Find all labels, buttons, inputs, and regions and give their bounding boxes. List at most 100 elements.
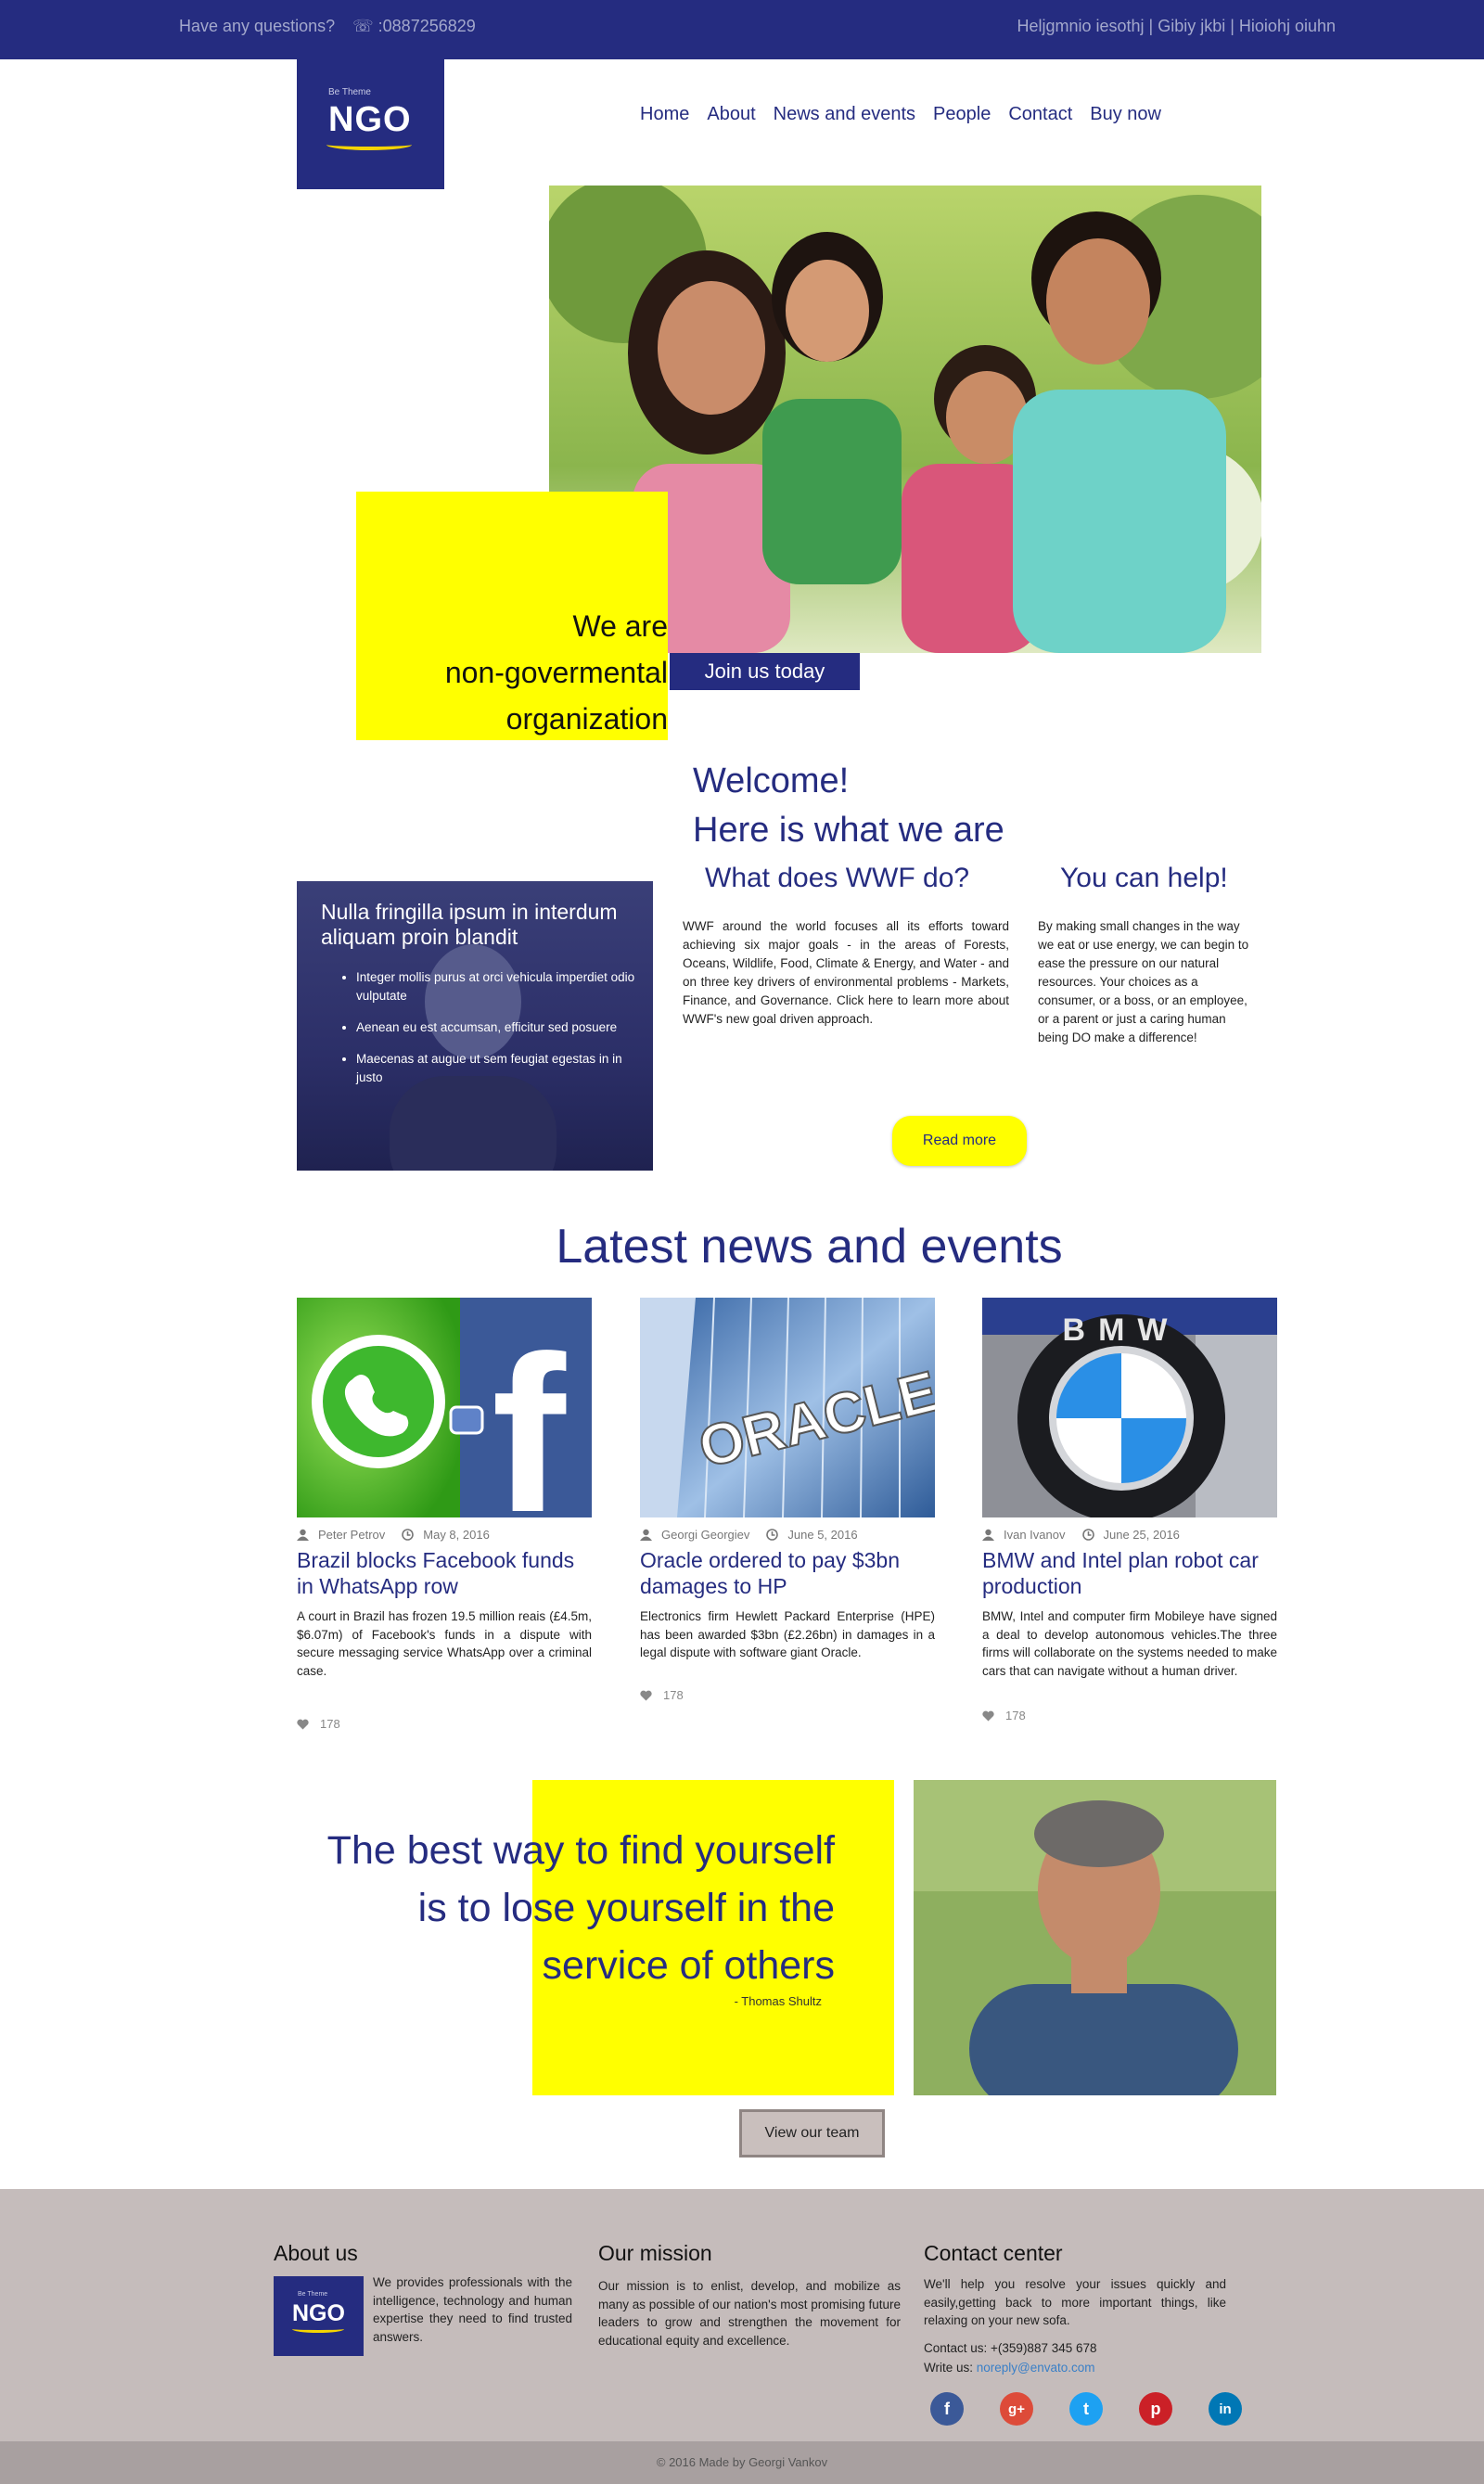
quote-portrait-photo (914, 1780, 1276, 2095)
clock-icon (1081, 1529, 1094, 1541)
hero-line-1: We are (572, 609, 668, 643)
site-logo[interactable]: Be Theme NGO (297, 59, 444, 189)
welcome-line-2: Here is what we are (693, 811, 1004, 850)
nav-news-and-events[interactable]: News and events (774, 104, 915, 125)
welcome-line-1: Welcome! (693, 762, 850, 800)
news-meta: Ivan Ivanov June 25, 2016 (982, 1528, 1180, 1542)
view-team-button[interactable]: View our team (739, 2109, 885, 2157)
news-likes[interactable]: 178 (640, 1688, 684, 1702)
nav-home[interactable]: Home (640, 104, 689, 125)
news-author[interactable]: Peter Petrov (318, 1528, 385, 1542)
quote-line-1: The best way to find yourself (326, 1828, 835, 1873)
logo-subtitle: Be Theme (298, 2291, 328, 2298)
top-bar-contact: Have any questions? ☏ :0887256829 (179, 17, 476, 36)
news-date-wrap: June 25, 2016 (1081, 1528, 1180, 1542)
google-plus-icon[interactable]: g+ (1000, 2392, 1033, 2426)
footer-mission-text: Our mission is to enlist, develop, and m… (598, 2279, 901, 2348)
logo-swoosh (326, 139, 412, 150)
footer-email-line: Write us: noreply@envato.com (924, 2361, 1095, 2375)
user-icon (297, 1529, 309, 1541)
news-author[interactable]: Ivan Ivanov (1004, 1528, 1066, 1542)
wwf-text: WWF around the world focuses all its eff… (683, 919, 1009, 1026)
news-date: June 5, 2016 (787, 1528, 858, 1542)
quote-text: The best way to find yourself is to lose… (327, 1822, 835, 1994)
likes-count: 178 (1005, 1709, 1026, 1722)
heart-icon (982, 1710, 994, 1721)
quote-line-3: service of others (542, 1943, 835, 1988)
news-image-oracle[interactable]: ORACLE (640, 1298, 935, 1517)
facebook-icon[interactable]: f (930, 2392, 964, 2426)
news-author[interactable]: Georgi Georgiev (661, 1528, 749, 1542)
quote-author: - Thomas Shultz (734, 1994, 822, 2008)
news-date-wrap: May 8, 2016 (402, 1528, 490, 1542)
info-list-item: Integer mollis purus at orci vehicula im… (356, 968, 636, 1005)
user-icon (640, 1529, 652, 1541)
news-date: May 8, 2016 (423, 1528, 490, 1542)
footer-about-title: About us (274, 2241, 358, 2265)
info-list-item: Aenean eu est accumsan, efficitur sed po… (356, 1018, 636, 1037)
copyright: © 2016 Made by Georgi Vankov (0, 2441, 1484, 2484)
news-summary: BMW, Intel and computer firm Mobileye ha… (982, 1609, 1277, 1678)
heart-icon (640, 1690, 652, 1700)
help-heading: You can help! (1060, 863, 1228, 893)
join-us-button[interactable]: Join us today (670, 653, 860, 690)
nav-about[interactable]: About (707, 104, 755, 125)
read-more-button[interactable]: Read more (892, 1116, 1027, 1166)
footer-mission-title: Our mission (598, 2241, 712, 2265)
nav-contact[interactable]: Contact (1008, 104, 1072, 125)
news-title[interactable]: Oracle ordered to pay $3bn damages to HP (640, 1547, 935, 1599)
top-bar-links[interactable]: Heljgmnio iesothj | Gibiy jkbi | Hioiohj… (1017, 17, 1336, 36)
write-us-label: Write us: (924, 2361, 977, 2375)
bmw-logo-text: BMW (1063, 1312, 1181, 1348)
help-text: By making small changes in the way we ea… (1038, 919, 1249, 1044)
footer-email-link[interactable]: noreply@envato.com (977, 2361, 1095, 2375)
news-image-whatsapp-facebook[interactable]: f (297, 1298, 592, 1517)
logo-swoosh (292, 2325, 344, 2333)
news-date-wrap: June 5, 2016 (766, 1528, 858, 1542)
news-meta: Peter Petrov May 8, 2016 (297, 1528, 490, 1542)
news-meta: Georgi Georgiev June 5, 2016 (640, 1528, 858, 1542)
footer-contact-title: Contact center (924, 2241, 1063, 2265)
news-title[interactable]: BMW and Intel plan robot car production (982, 1547, 1277, 1599)
info-list-item: Maecenas at augue ut sem feugiat egestas… (356, 1050, 636, 1087)
main-nav: Home About News and events People Contac… (640, 104, 1161, 125)
phone-number[interactable]: :0887256829 (378, 17, 476, 35)
welcome-heading: Welcome! Here is what we are (693, 757, 1004, 855)
quote-line-2: is to lose yourself in the (417, 1886, 835, 1930)
hero-line-2: non-govermental (444, 656, 668, 689)
heart-icon (297, 1719, 309, 1729)
news-summary: Electronics firm Hewlett Packard Enterpr… (640, 1609, 935, 1659)
user-icon (982, 1529, 994, 1541)
likes-count: 178 (320, 1717, 340, 1731)
info-panel: Nulla fringilla ipsum in interdum aliqua… (297, 881, 653, 1171)
footer-phone[interactable]: Contact us: +(359)887 345 678 (924, 2341, 1097, 2355)
linkedin-icon[interactable]: in (1209, 2392, 1242, 2426)
footer-about-text: We provides professionals with the intel… (373, 2275, 572, 2344)
info-panel-title: Nulla fringilla ipsum in interdum aliqua… (321, 900, 618, 949)
info-panel-list: Integer mollis purus at orci vehicula im… (339, 968, 636, 1100)
wwf-heading: What does WWF do? (705, 863, 970, 893)
twitter-icon[interactable]: t (1069, 2392, 1103, 2426)
footer-contact-text: We'll help you resolve your issues quick… (924, 2277, 1226, 2327)
top-bar: Have any questions? ☏ :0887256829 Heljgm… (0, 0, 1484, 59)
news-summary: A court in Brazil has frozen 19.5 millio… (297, 1609, 592, 1678)
logo-text: NGO (328, 100, 412, 139)
pinterest-icon[interactable]: p (1139, 2392, 1172, 2426)
hero-tagline: We are non-govermental organization (445, 603, 668, 742)
hero-line-3: organization (505, 702, 668, 736)
news-heading: Latest news and events (556, 1220, 1063, 1274)
logo-text: NGO (292, 2300, 345, 2326)
likes-count: 178 (663, 1688, 684, 1702)
news-date: June 25, 2016 (1103, 1528, 1180, 1542)
news-image-bmw[interactable]: BMW (982, 1298, 1277, 1517)
clock-icon (766, 1529, 779, 1541)
logo-subtitle: Be Theme (328, 87, 371, 97)
news-likes[interactable]: 178 (982, 1709, 1026, 1722)
news-title[interactable]: Brazil blocks Facebook funds in WhatsApp… (297, 1547, 592, 1599)
phone-icon: ☏ (352, 17, 374, 35)
nav-buy-now[interactable]: Buy now (1090, 104, 1161, 125)
questions-label: Have any questions? (179, 17, 336, 35)
nav-people[interactable]: People (933, 104, 991, 125)
news-likes[interactable]: 178 (297, 1717, 340, 1731)
footer-logo[interactable]: Be Theme NGO (274, 2276, 364, 2356)
